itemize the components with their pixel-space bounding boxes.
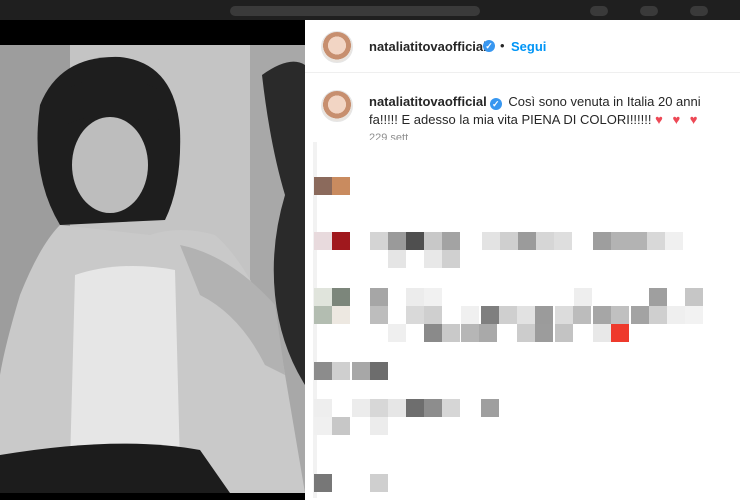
pixelated-block <box>461 306 479 324</box>
pixelated-block <box>574 288 592 306</box>
pixelated-block <box>611 306 629 324</box>
pixelated-block <box>370 288 388 306</box>
pixelated-block <box>332 177 350 195</box>
pixelated-block <box>370 362 388 380</box>
pixelated-block <box>442 250 460 268</box>
pixelated-block <box>370 399 388 417</box>
pixelated-block <box>424 399 442 417</box>
pixelated-block <box>424 232 442 250</box>
pixelated-block <box>555 324 573 342</box>
pixelated-block <box>499 306 517 324</box>
post-media[interactable] <box>0 20 305 500</box>
caption-avatar[interactable] <box>321 90 353 122</box>
pixelated-block <box>629 232 647 250</box>
pixelated-block <box>442 399 460 417</box>
pixelated-block <box>685 288 703 306</box>
pixelated-block <box>352 362 370 380</box>
heart-emojis: ♥ ♥ ♥ <box>655 112 701 127</box>
pixelated-block <box>314 232 332 250</box>
pixelated-block <box>314 177 332 195</box>
follow-button[interactable]: Segui <box>511 39 546 54</box>
pixelated-block <box>554 232 572 250</box>
verified-badge-icon: ✓ <box>483 40 495 52</box>
pixelated-block <box>370 474 388 492</box>
pixelated-block <box>388 250 406 268</box>
pixelated-block <box>611 232 629 250</box>
pixelated-block <box>352 399 370 417</box>
pixelated-block <box>388 324 406 342</box>
pixelated-block <box>314 288 332 306</box>
pixelated-block <box>442 324 460 342</box>
pixelated-block <box>482 232 500 250</box>
pixelated-block <box>649 288 667 306</box>
pixelated-block <box>442 232 460 250</box>
pixelated-block <box>370 232 388 250</box>
avatar[interactable] <box>321 31 353 63</box>
caption-verified-badge-icon: ✓ <box>489 98 502 110</box>
pixelated-block <box>500 232 518 250</box>
pixelated-block <box>517 306 535 324</box>
pixelated-block <box>424 250 442 268</box>
pixelated-block <box>332 417 350 435</box>
post-photo <box>0 45 305 493</box>
browser-top-strip <box>0 0 740 20</box>
pixelated-block <box>517 324 535 342</box>
explore-icon[interactable] <box>690 6 708 16</box>
pixelated-block <box>388 232 406 250</box>
pixelated-block <box>649 306 667 324</box>
pixelated-block <box>424 324 442 342</box>
post-timestamp: 229 sett <box>369 132 409 140</box>
pixelated-block <box>332 306 350 324</box>
pixelated-block <box>406 399 424 417</box>
pixelated-block <box>370 417 388 435</box>
pixelated-block <box>314 362 332 380</box>
pixelated-block <box>535 306 553 324</box>
pixelated-block <box>332 288 350 306</box>
pixelated-block <box>314 399 332 417</box>
pixelated-block <box>685 306 703 324</box>
pixelated-block <box>332 232 350 250</box>
pixelated-block <box>667 306 685 324</box>
pixelated-block <box>631 306 649 324</box>
pixelated-block <box>314 417 332 435</box>
pixelated-comments-area <box>305 140 740 500</box>
pixelated-block <box>481 306 499 324</box>
pixelated-block <box>461 324 479 342</box>
pixelated-block <box>647 232 665 250</box>
pixelated-block <box>665 232 683 250</box>
header-username[interactable]: nataliatitovaofficial <box>369 39 487 54</box>
post-header: nataliatitovaofficial ✓ • Segui <box>305 20 740 73</box>
pixelated-block <box>370 306 388 324</box>
address-bar[interactable] <box>230 6 480 16</box>
pixelated-block <box>406 306 424 324</box>
photo-illustration <box>0 45 305 493</box>
pixelated-block <box>555 306 573 324</box>
pixelated-block <box>314 306 332 324</box>
pixelated-block <box>406 288 424 306</box>
home-icon[interactable] <box>590 6 608 16</box>
messenger-icon[interactable] <box>640 6 658 16</box>
pixelated-block <box>479 324 497 342</box>
pixelated-block <box>535 324 553 342</box>
pixelated-block <box>406 232 424 250</box>
pixelated-block <box>424 306 442 324</box>
pixelated-block <box>536 232 554 250</box>
pixelated-block <box>388 399 406 417</box>
post-side-panel: nataliatitovaofficial ✓ • Segui nataliat… <box>305 20 740 500</box>
pixelated-block <box>518 232 536 250</box>
pixelated-block <box>573 306 591 324</box>
separator-dot: • <box>500 38 505 53</box>
pixelated-block <box>314 474 332 492</box>
pixelated-block <box>332 362 350 380</box>
pixelated-block <box>424 288 442 306</box>
caption-username[interactable]: nataliatitovaofficial <box>369 94 487 109</box>
pixelated-block <box>481 399 499 417</box>
pixelated-block <box>593 324 611 342</box>
pixelated-block <box>593 232 611 250</box>
pixelated-block <box>611 324 629 342</box>
pixelated-block <box>593 306 611 324</box>
post-caption: nataliatitovaofficial ✓ Così sono venuta … <box>369 93 729 129</box>
